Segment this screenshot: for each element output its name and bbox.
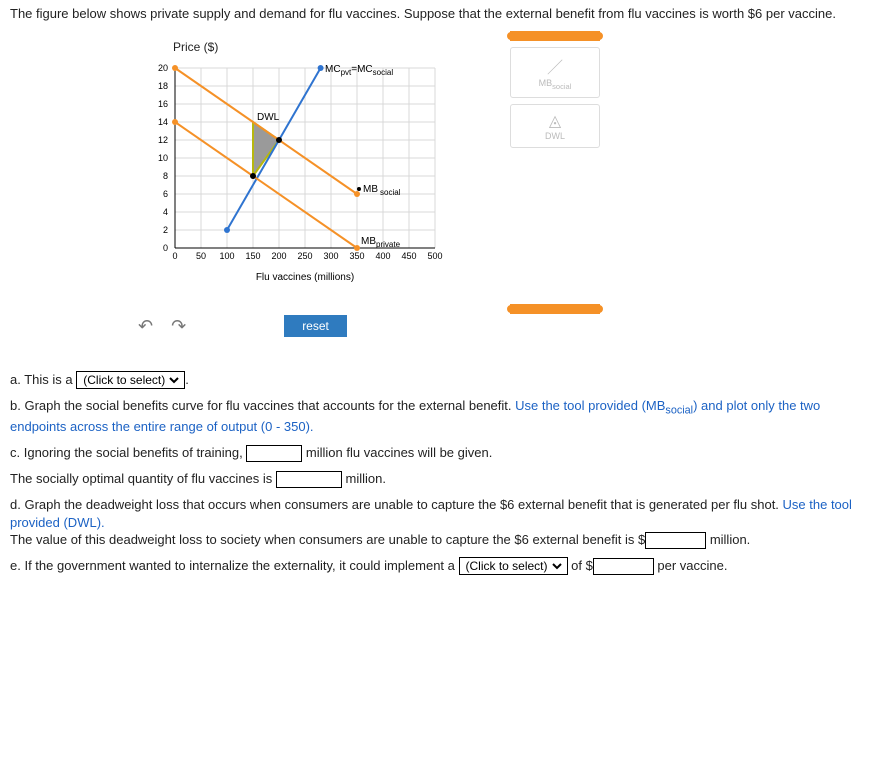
- mb-private-label: MBprivate: [361, 236, 401, 249]
- svg-text:6: 6: [163, 189, 168, 199]
- svg-text:12: 12: [158, 135, 168, 145]
- svg-text:20: 20: [158, 63, 168, 73]
- q-c1: c. Ignoring the social benefits of train…: [10, 444, 876, 462]
- undo-icon[interactable]: ↶: [138, 316, 153, 337]
- tool-dwl[interactable]: ◬ DWL: [510, 104, 600, 148]
- svg-text:100: 100: [219, 251, 234, 261]
- svg-text:0: 0: [172, 251, 177, 261]
- chart-box[interactable]: Price ($) 0 2 4 6 8 10: [130, 31, 480, 293]
- q-c-input-2[interactable]: [276, 471, 342, 488]
- social-eq-point[interactable]: [276, 137, 282, 143]
- q-c-input-1[interactable]: [246, 445, 302, 462]
- mb-social-line[interactable]: [175, 68, 357, 194]
- graph-panel: Price ($) 0 2 4 6 8 10: [130, 31, 480, 341]
- svg-text:18: 18: [158, 81, 168, 91]
- q-e-select[interactable]: (Click to select): [459, 557, 568, 575]
- q-e-input[interactable]: [593, 558, 654, 575]
- svg-text:8: 8: [163, 171, 168, 181]
- chart-svg[interactable]: 0 2 4 6 8 10 12 14 16 18 20 0 50 100 150: [135, 58, 465, 288]
- svg-text:4: 4: [163, 207, 168, 217]
- svg-text:250: 250: [297, 251, 312, 261]
- q-d: d. Graph the deadweight loss that occurs…: [10, 496, 876, 549]
- reset-button[interactable]: reset: [284, 315, 347, 337]
- dwl-label: DWL: [257, 112, 280, 123]
- svg-text:400: 400: [375, 251, 390, 261]
- svg-text:150: 150: [245, 251, 260, 261]
- y-axis-title: Price ($): [173, 40, 475, 54]
- svg-text:14: 14: [158, 117, 168, 127]
- x-axis-title: Flu vaccines (millions): [256, 272, 354, 283]
- q-c2: The socially optimal quantity of flu vac…: [10, 470, 876, 488]
- svg-text:0: 0: [163, 243, 168, 253]
- q-a-select[interactable]: (Click to select): [76, 371, 185, 389]
- svg-text:16: 16: [158, 99, 168, 109]
- svg-text:500: 500: [427, 251, 442, 261]
- q-b: b. Graph the social benefits curve for f…: [10, 397, 876, 436]
- svg-text:300: 300: [323, 251, 338, 261]
- legend-top-bar: [510, 31, 600, 41]
- line-tool-icon: ／: [517, 54, 593, 78]
- q-a: a. This is a (Click to select).: [10, 371, 876, 389]
- q-d-input[interactable]: [645, 532, 706, 549]
- mc-line[interactable]: [227, 68, 321, 230]
- svg-text:200: 200: [271, 251, 286, 261]
- private-eq-point[interactable]: [250, 173, 256, 179]
- triangle-tool-icon: ◬: [517, 111, 593, 131]
- svg-text:450: 450: [401, 251, 416, 261]
- redo-icon[interactable]: ↷: [171, 316, 186, 337]
- questions: a. This is a (Click to select). b. Graph…: [10, 371, 876, 575]
- graph-zone: Price ($) 0 2 4 6 8 10: [130, 31, 876, 341]
- svg-text:10: 10: [158, 153, 168, 163]
- svg-text:2: 2: [163, 225, 168, 235]
- tool-row: ↶ ↷ reset: [130, 311, 480, 341]
- mb-social-label: MBsocial: [363, 184, 401, 197]
- svg-text:350: 350: [349, 251, 364, 261]
- tool-legend: ／ MBsocial ◬ DWL: [510, 31, 600, 341]
- q-e: e. If the government wanted to internali…: [10, 557, 876, 575]
- mc-label: MCpvt=MCsocial: [325, 64, 393, 77]
- intro-text: The figure below shows private supply an…: [10, 6, 876, 21]
- legend-bottom-bar: [510, 304, 600, 314]
- svg-text:50: 50: [196, 251, 206, 261]
- tool-mb-social[interactable]: ／ MBsocial: [510, 47, 600, 98]
